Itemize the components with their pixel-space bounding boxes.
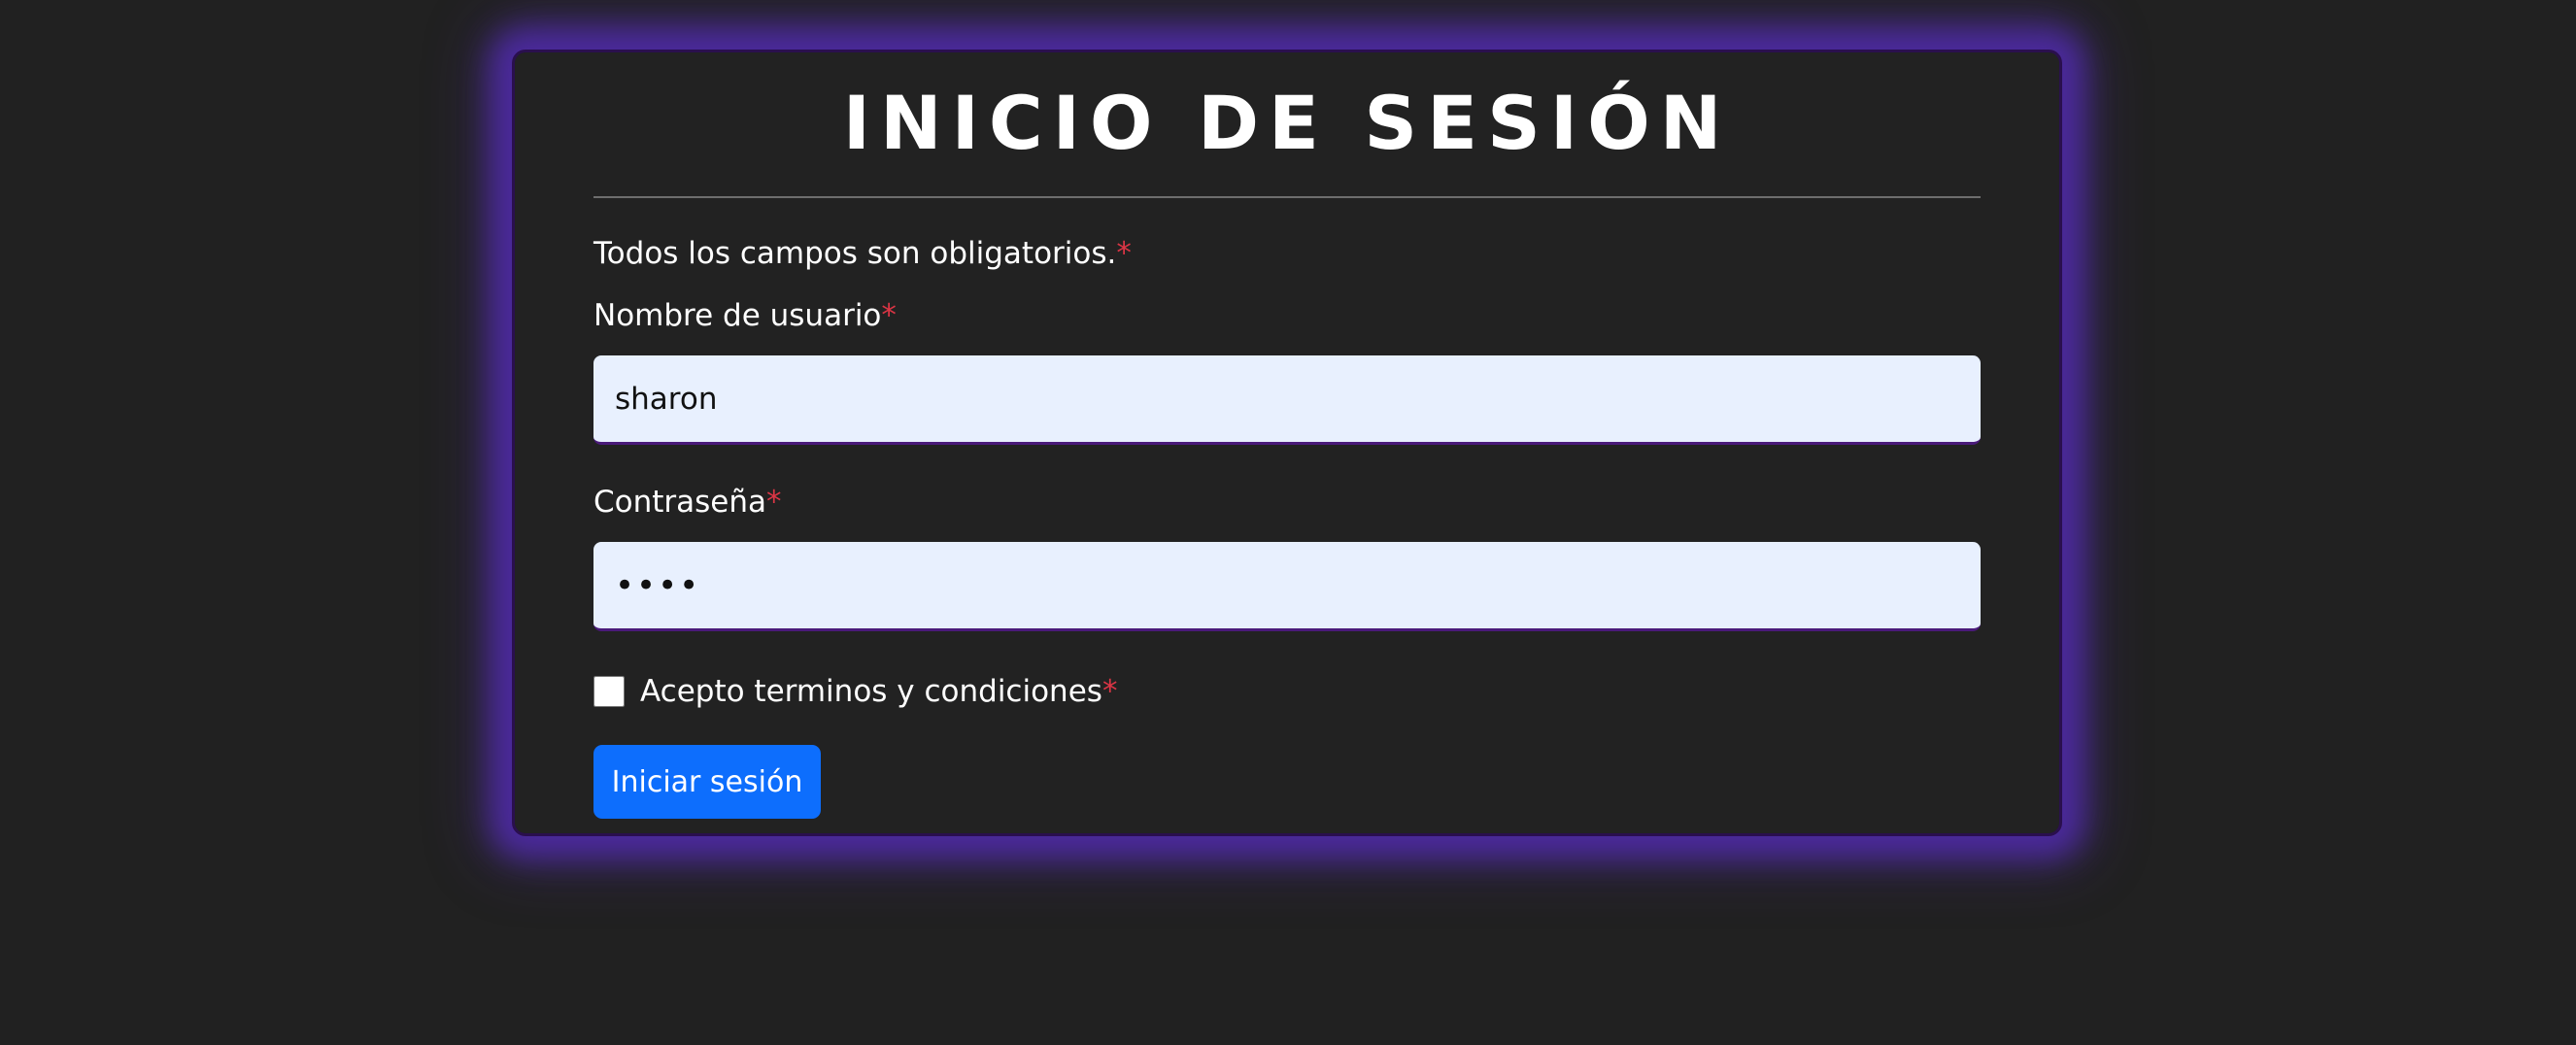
required-fields-note: Todos los campos son obligatorios.* xyxy=(593,239,1132,269)
username-input[interactable] xyxy=(593,355,1981,445)
page-title: INICIO DE SESIÓN xyxy=(842,80,1732,166)
password-input[interactable] xyxy=(593,542,1981,631)
password-label: Contraseña* xyxy=(593,488,782,518)
terms-row: Acepto terminos y condiciones* xyxy=(593,672,1117,711)
login-button[interactable]: Iniciar sesión xyxy=(593,745,821,819)
title-divider xyxy=(593,196,1981,198)
required-asterisk: * xyxy=(881,298,897,333)
username-label-text: Nombre de usuario xyxy=(593,298,882,333)
login-form: INICIO DE SESIÓN Todos los campos son ob… xyxy=(593,52,1981,819)
login-card: INICIO DE SESIÓN Todos los campos son ob… xyxy=(512,50,2062,836)
required-note-text: Todos los campos son obligatorios. xyxy=(593,236,1117,271)
username-label: Nombre de usuario* xyxy=(593,301,897,331)
terms-label-text: Acepto terminos y condiciones xyxy=(640,673,1102,709)
terms-label[interactable]: Acepto terminos y condiciones* xyxy=(640,673,1118,709)
required-asterisk: * xyxy=(766,485,782,520)
required-asterisk: * xyxy=(1102,673,1118,709)
required-asterisk: * xyxy=(1116,236,1132,271)
password-label-text: Contraseña xyxy=(593,485,767,520)
terms-checkbox[interactable] xyxy=(593,676,625,707)
